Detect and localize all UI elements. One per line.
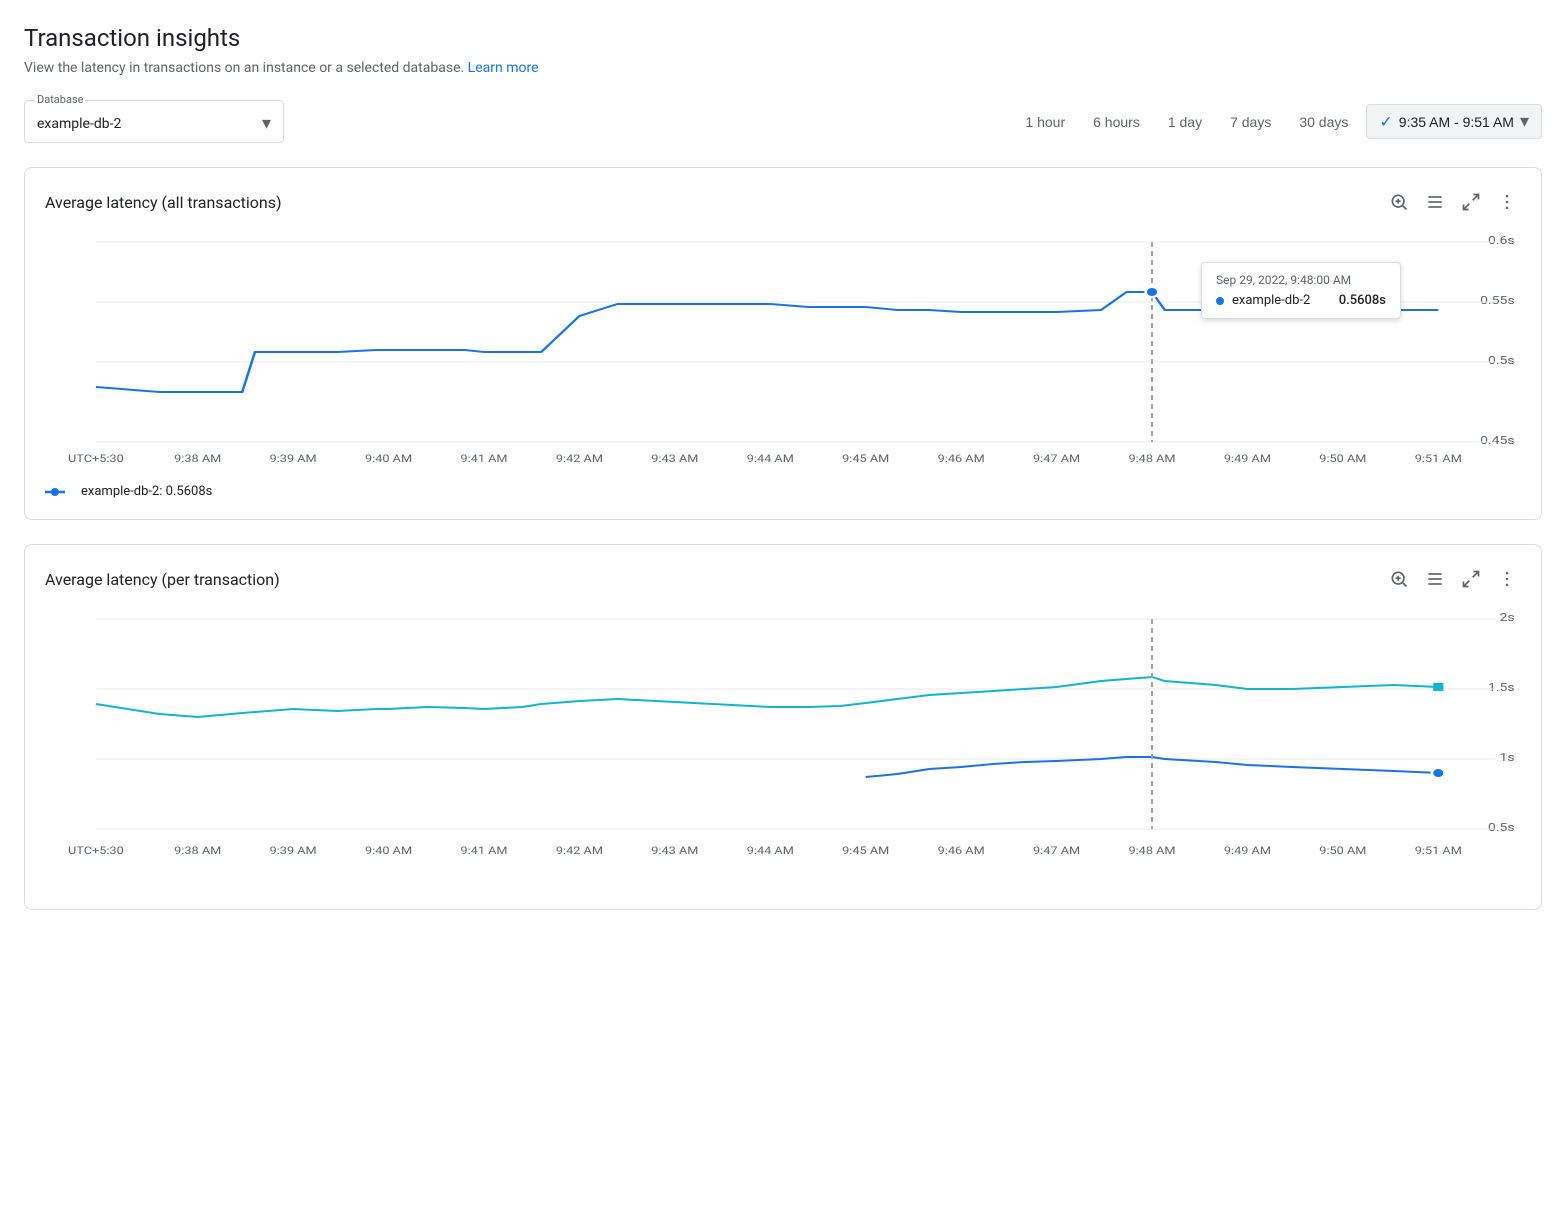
chart2-area[interactable]: 2s 1.5s 1s 0.5s UTC+5:30 9:38 AM 9:39 AM… — [45, 609, 1521, 889]
svg-text:9:39 AM: 9:39 AM — [270, 844, 317, 856]
svg-text:9:38 AM: 9:38 AM — [174, 452, 221, 464]
svg-text:9:51 AM: 9:51 AM — [1415, 452, 1462, 464]
svg-text:1s: 1s — [1500, 751, 1515, 764]
controls-row: Database example-db-2 ▾ 1 hour 6 hours 1… — [24, 100, 1542, 143]
chart1-legend-btn[interactable] — [1421, 188, 1449, 216]
selected-database: example-db-2 — [37, 116, 121, 132]
svg-text:9:45 AM: 9:45 AM — [842, 452, 889, 464]
svg-text:9:46 AM: 9:46 AM — [938, 844, 985, 856]
svg-text:9:49 AM: 9:49 AM — [1224, 452, 1271, 464]
chart1-actions — [1385, 188, 1521, 216]
chart1-title: Average latency (all transactions) — [45, 193, 282, 212]
svg-text:UTC+5:30: UTC+5:30 — [68, 452, 124, 464]
learn-more-link[interactable]: Learn more — [468, 60, 539, 76]
chart1-svg: 0.6s 0.55s 0.5s 0.45s UTC+5:30 9:38 AM 9… — [45, 232, 1521, 472]
svg-text:9:40 AM: 9:40 AM — [365, 452, 412, 464]
chart2-svg: 2s 1.5s 1s 0.5s UTC+5:30 9:38 AM 9:39 AM… — [45, 609, 1521, 889]
svg-text:9:42 AM: 9:42 AM — [556, 452, 603, 464]
chart2-card: Average latency (per transaction) — [24, 544, 1542, 910]
svg-text:9:44 AM: 9:44 AM — [747, 844, 794, 856]
database-label: Database — [35, 93, 85, 106]
svg-text:9:40 AM: 9:40 AM — [365, 844, 412, 856]
svg-text:0.6s: 0.6s — [1488, 234, 1515, 247]
check-icon: ✓ — [1379, 112, 1392, 132]
chart2-header: Average latency (per transaction) — [45, 565, 1521, 593]
svg-text:9:45 AM: 9:45 AM — [842, 844, 889, 856]
svg-text:0.5s: 0.5s — [1488, 354, 1515, 367]
svg-text:9:51 AM: 9:51 AM — [1415, 844, 1462, 856]
database-select[interactable]: Database example-db-2 ▾ — [24, 100, 284, 143]
chart1-legend-text: example-db-2: 0.5608s — [81, 484, 212, 499]
time-btn-1hour[interactable]: 1 hour — [1015, 108, 1075, 136]
svg-text:9:39 AM: 9:39 AM — [270, 452, 317, 464]
svg-text:9:42 AM: 9:42 AM — [556, 844, 603, 856]
chart1-area[interactable]: 0.6s 0.55s 0.5s 0.45s UTC+5:30 9:38 AM 9… — [45, 232, 1521, 472]
chart1-zoom-btn[interactable] — [1385, 188, 1413, 216]
database-select-value[interactable]: example-db-2 ▾ — [37, 105, 271, 138]
svg-text:UTC+5:30: UTC+5:30 — [68, 844, 124, 856]
svg-text:9:47 AM: 9:47 AM — [1033, 452, 1080, 464]
svg-text:9:41 AM: 9:41 AM — [460, 452, 507, 464]
time-controls: 1 hour 6 hours 1 day 7 days 30 days ✓ 9:… — [1015, 104, 1542, 139]
svg-text:0.55s: 0.55s — [1480, 294, 1514, 307]
svg-text:9:46 AM: 9:46 AM — [938, 452, 985, 464]
svg-text:9:44 AM: 9:44 AM — [747, 452, 794, 464]
svg-text:9:38 AM: 9:38 AM — [174, 844, 221, 856]
chart1-fullscreen-btn[interactable] — [1457, 188, 1485, 216]
svg-text:1.5s: 1.5s — [1488, 681, 1515, 694]
svg-text:9:41 AM: 9:41 AM — [460, 844, 507, 856]
selected-range: 9:35 AM - 9:51 AM — [1399, 114, 1514, 130]
svg-text:9:47 AM: 9:47 AM — [1033, 844, 1080, 856]
legend-line-icon — [45, 486, 73, 498]
svg-text:9:48 AM: 9:48 AM — [1128, 452, 1175, 464]
svg-text:0.45s: 0.45s — [1480, 434, 1514, 447]
svg-text:2s: 2s — [1500, 611, 1515, 624]
chart2-fullscreen-btn[interactable] — [1457, 565, 1485, 593]
chart2-actions — [1385, 565, 1521, 593]
chart1-card: Average latency (all transactions) — [24, 167, 1542, 520]
chart1-header: Average latency (all transactions) — [45, 188, 1521, 216]
chart2-zoom-btn[interactable] — [1385, 565, 1413, 593]
svg-text:9:50 AM: 9:50 AM — [1319, 844, 1366, 856]
chart2-more-btn[interactable] — [1493, 565, 1521, 593]
chart1-legend: example-db-2: 0.5608s — [45, 484, 1521, 499]
svg-text:9:43 AM: 9:43 AM — [651, 452, 698, 464]
range-dropdown-arrow: ▾ — [1520, 111, 1529, 132]
page-subtitle: View the latency in transactions on an i… — [24, 60, 1542, 76]
svg-text:0.5s: 0.5s — [1488, 821, 1515, 834]
svg-text:9:48 AM: 9:48 AM — [1128, 844, 1175, 856]
time-btn-6hours[interactable]: 6 hours — [1083, 108, 1150, 136]
svg-text:9:43 AM: 9:43 AM — [651, 844, 698, 856]
database-dropdown-arrow: ▾ — [262, 113, 271, 134]
time-btn-1day[interactable]: 1 day — [1158, 108, 1212, 136]
chart1-more-btn[interactable] — [1493, 188, 1521, 216]
time-btn-7days[interactable]: 7 days — [1220, 108, 1281, 136]
chart2-legend-btn[interactable] — [1421, 565, 1449, 593]
svg-text:9:50 AM: 9:50 AM — [1319, 452, 1366, 464]
time-btn-30days[interactable]: 30 days — [1289, 108, 1358, 136]
svg-text:9:49 AM: 9:49 AM — [1224, 844, 1271, 856]
page-title: Transaction insights — [24, 24, 1542, 52]
time-range-button[interactable]: ✓ 9:35 AM - 9:51 AM ▾ — [1366, 104, 1542, 139]
chart2-title: Average latency (per transaction) — [45, 570, 280, 589]
